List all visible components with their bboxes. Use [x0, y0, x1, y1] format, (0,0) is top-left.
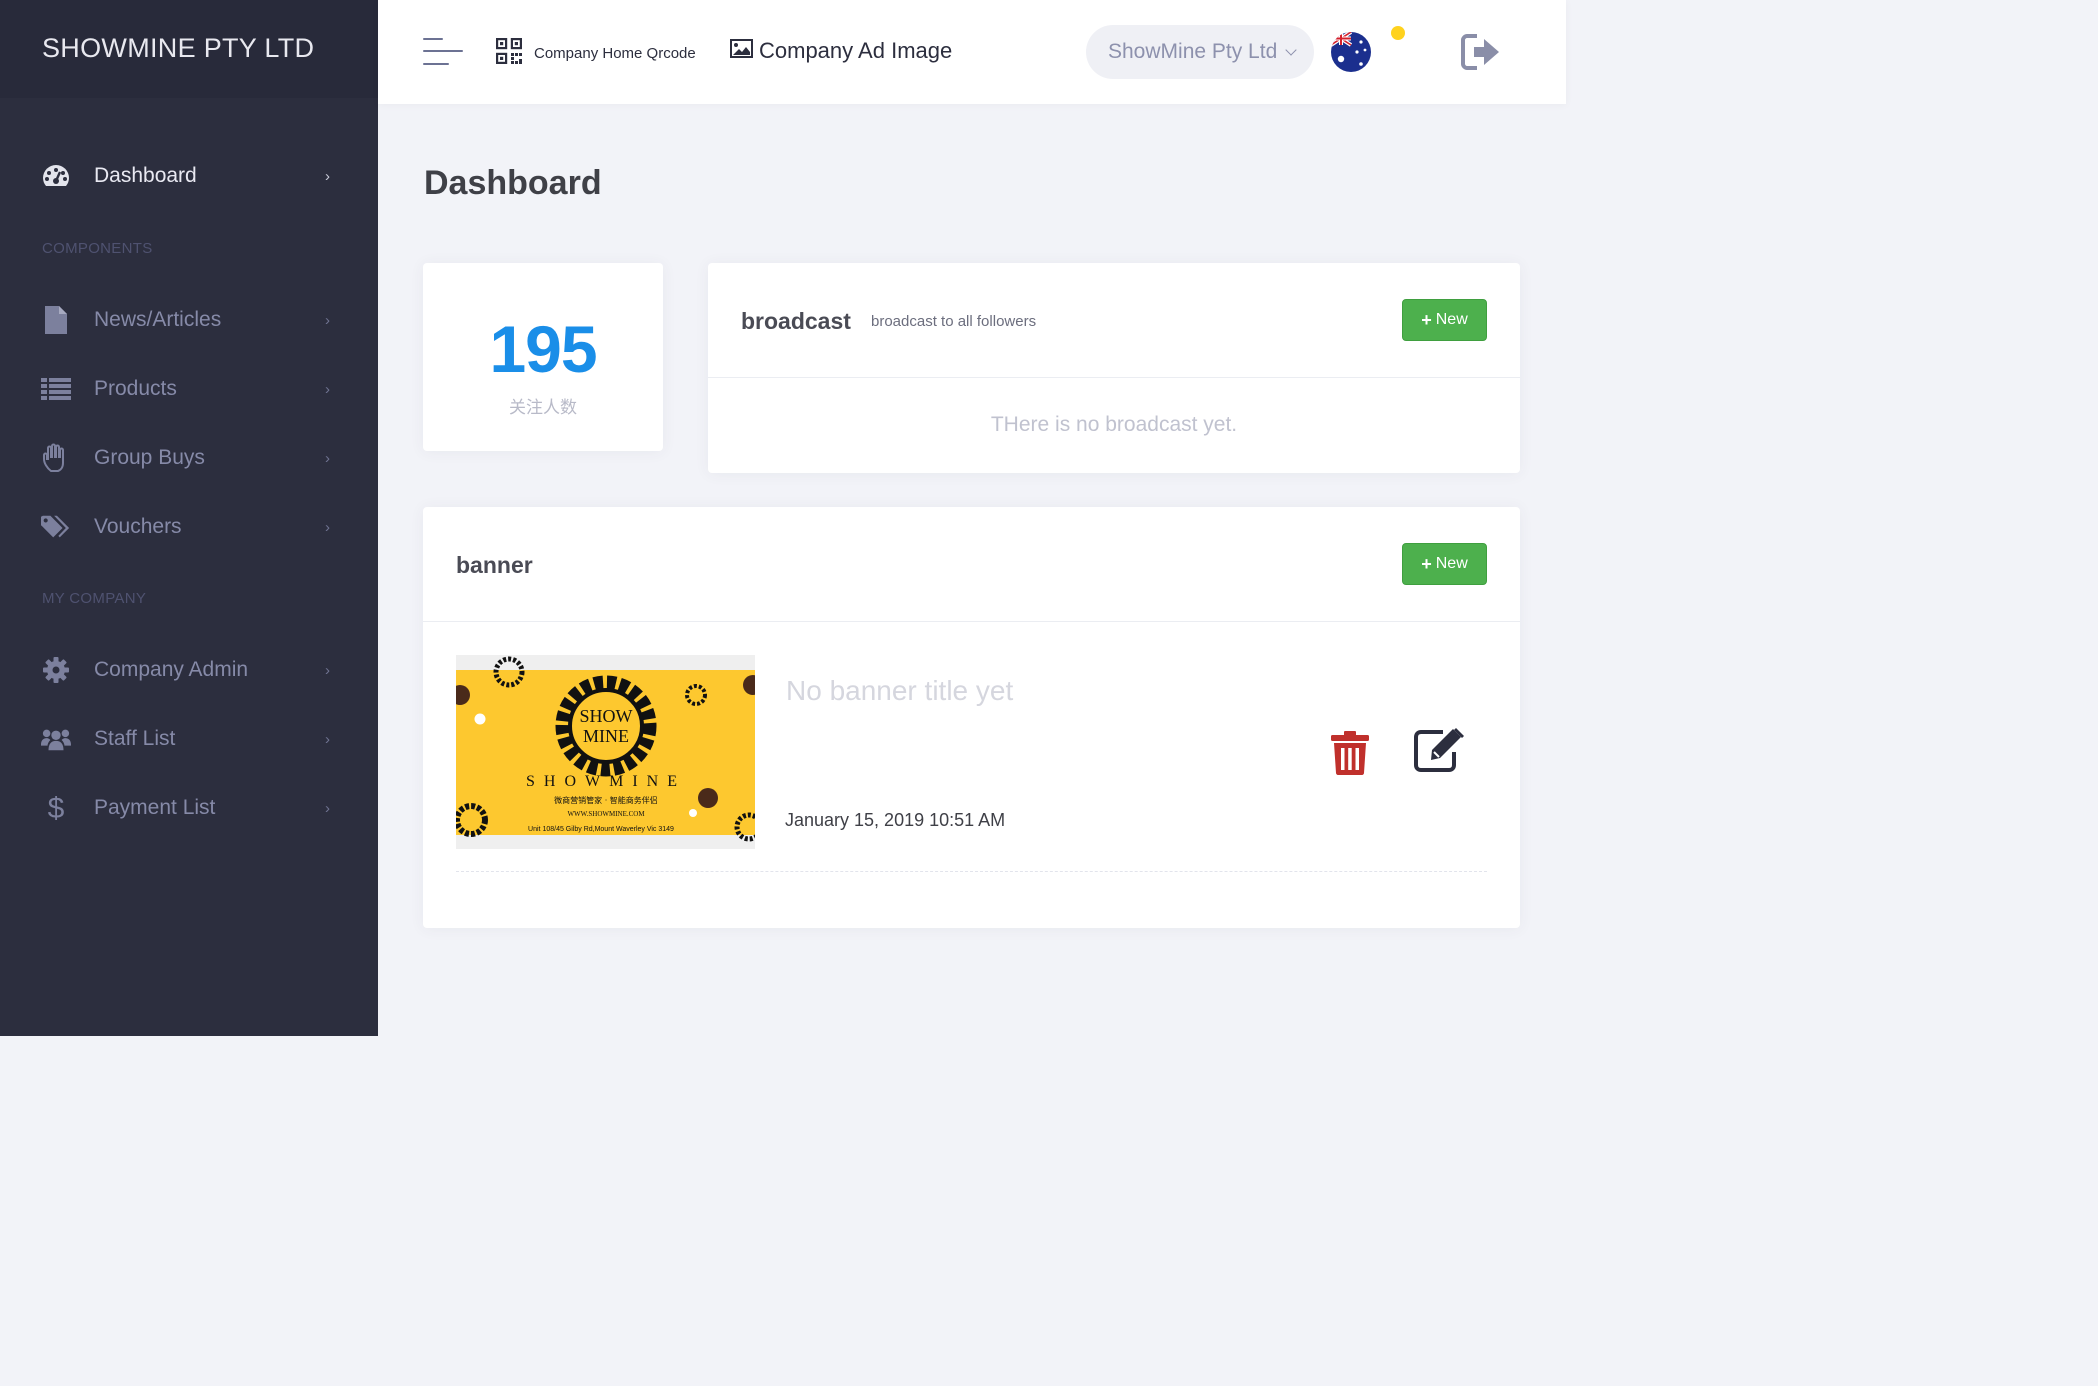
broadcast-card: broadcast broadcast to all followers + N… — [708, 263, 1520, 473]
card-divider — [423, 621, 1520, 622]
company-ad-image-link[interactable]: Company Ad Image — [730, 38, 952, 64]
company-selector-value: ShowMine Pty Ltd — [1108, 40, 1278, 63]
chevron-right-icon: › — [325, 311, 330, 329]
users-icon — [41, 724, 71, 754]
australia-flag-icon[interactable] — [1331, 32, 1371, 72]
list-icon — [41, 374, 71, 404]
company-home-qrcode-link[interactable]: Company Home Qrcode — [496, 38, 696, 69]
sidebar-item-vouchers[interactable]: Vouchers › — [0, 497, 378, 557]
sidebar-item-label: Vouchers — [94, 515, 182, 538]
sidebar-item-news-articles[interactable]: News/Articles › — [0, 290, 378, 350]
section-heading-components: COMPONENTS — [42, 240, 153, 257]
sidebar-item-label: News/Articles — [94, 308, 222, 331]
broadcast-subtitle: broadcast to all followers — [871, 313, 1037, 330]
page-title: Dashboard — [424, 164, 602, 202]
tags-icon — [41, 512, 71, 542]
banner-wordmark: SHOWMINE — [526, 773, 686, 790]
notification-status-dot — [1391, 26, 1405, 40]
banner-website: WWW.SHOWMINE.COM — [567, 810, 645, 818]
chevron-right-icon: › — [325, 518, 330, 536]
followers-label: 关注人数 — [509, 398, 577, 417]
card-divider — [708, 377, 1520, 378]
broadcast-title: broadcast — [741, 308, 851, 334]
sidebar-item-label: Payment List — [94, 796, 216, 819]
sidebar: SHOWMINE PTY LTD Dashboard › COMPONENTS — [0, 0, 378, 1036]
banner-title: No banner title yet — [786, 675, 1014, 706]
chevron-right-icon: › — [325, 799, 330, 817]
new-broadcast-button[interactable]: + New — [1402, 299, 1487, 341]
chevron-right-icon: › — [325, 730, 330, 748]
logo-text-top: SHOW — [580, 706, 633, 726]
sidebar-item-dashboard[interactable]: Dashboard › — [0, 146, 378, 206]
chevron-right-icon: › — [325, 661, 330, 679]
logo-text-bottom: MINE — [583, 726, 629, 746]
ad-image-label: Company Ad Image — [759, 38, 953, 63]
plus-icon: + — [1421, 553, 1432, 574]
sidebar-item-label: Group Buys — [94, 446, 205, 469]
chevron-right-icon: › — [325, 449, 330, 467]
brand-name: SHOWMINE PTY LTD — [42, 33, 315, 63]
menu-toggle-icon[interactable] — [423, 38, 463, 68]
chevron-right-icon: › — [325, 167, 330, 185]
sidebar-item-label: Staff List — [94, 727, 176, 750]
edit-icon[interactable] — [1413, 727, 1467, 773]
banner-date: January 15, 2019 10:51 AM — [785, 810, 1006, 830]
image-icon — [730, 39, 753, 63]
followers-count: 195 — [489, 312, 597, 386]
sidebar-item-products[interactable]: Products › — [0, 359, 378, 419]
chevron-down-icon — [1285, 44, 1297, 56]
sidebar-item-company-admin[interactable]: Company Admin › — [0, 640, 378, 700]
sidebar-item-payment-list[interactable]: $ Payment List › — [0, 778, 378, 838]
dashboard-icon — [41, 161, 71, 191]
sidebar-item-label: Company Admin — [94, 658, 249, 681]
brand-header: SHOWMINE PTY LTD — [0, 0, 378, 98]
gear-icon — [41, 655, 71, 685]
plus-icon: + — [1421, 309, 1432, 330]
document-icon — [41, 305, 71, 335]
item-separator — [456, 871, 1487, 872]
broadcast-empty-message: THere is no broadcast yet. — [990, 413, 1238, 436]
top-header: Company Home Qrcode Company Ad Image Sho… — [378, 0, 1566, 104]
sidebar-item-label: Products — [94, 377, 177, 400]
new-button-label: New — [1435, 555, 1468, 572]
new-button-label: New — [1435, 311, 1468, 328]
sidebar-item-label: Dashboard — [94, 164, 197, 187]
banner-thumbnail[interactable]: SHOW MINE SHOWMINE 微商营销管家 · 智能商务伴侣 WWW.S… — [450, 655, 764, 849]
banner-section-title: banner — [456, 552, 533, 578]
followers-stat-card: 195 关注人数 — [423, 263, 663, 451]
trash-icon[interactable] — [1330, 731, 1370, 775]
qrcode-label: Company Home Qrcode — [534, 45, 696, 62]
section-heading-my-company: MY COMPANY — [42, 590, 147, 607]
qrcode-icon — [496, 38, 522, 69]
banner-tagline: 微商营销管家 · 智能商务伴侣 — [554, 795, 658, 805]
banner-card: banner + New SHOW MINE SHOWMINE 微商营销管家 ·… — [423, 507, 1520, 928]
new-banner-button[interactable]: + New — [1402, 543, 1487, 585]
logout-icon[interactable] — [1461, 33, 1501, 71]
sidebar-item-group-buys[interactable]: Group Buys › — [0, 428, 378, 488]
svg-text:$: $ — [48, 793, 65, 823]
sidebar-item-staff-list[interactable]: Staff List › — [0, 709, 378, 769]
hand-icon — [41, 443, 71, 473]
company-selector-dropdown[interactable]: ShowMine Pty Ltd — [1086, 25, 1314, 79]
dollar-icon: $ — [41, 793, 71, 823]
chevron-right-icon: › — [325, 380, 330, 398]
banner-address: Unit 108/45 Gilby Rd,Mount Waverley Vic … — [528, 826, 674, 833]
